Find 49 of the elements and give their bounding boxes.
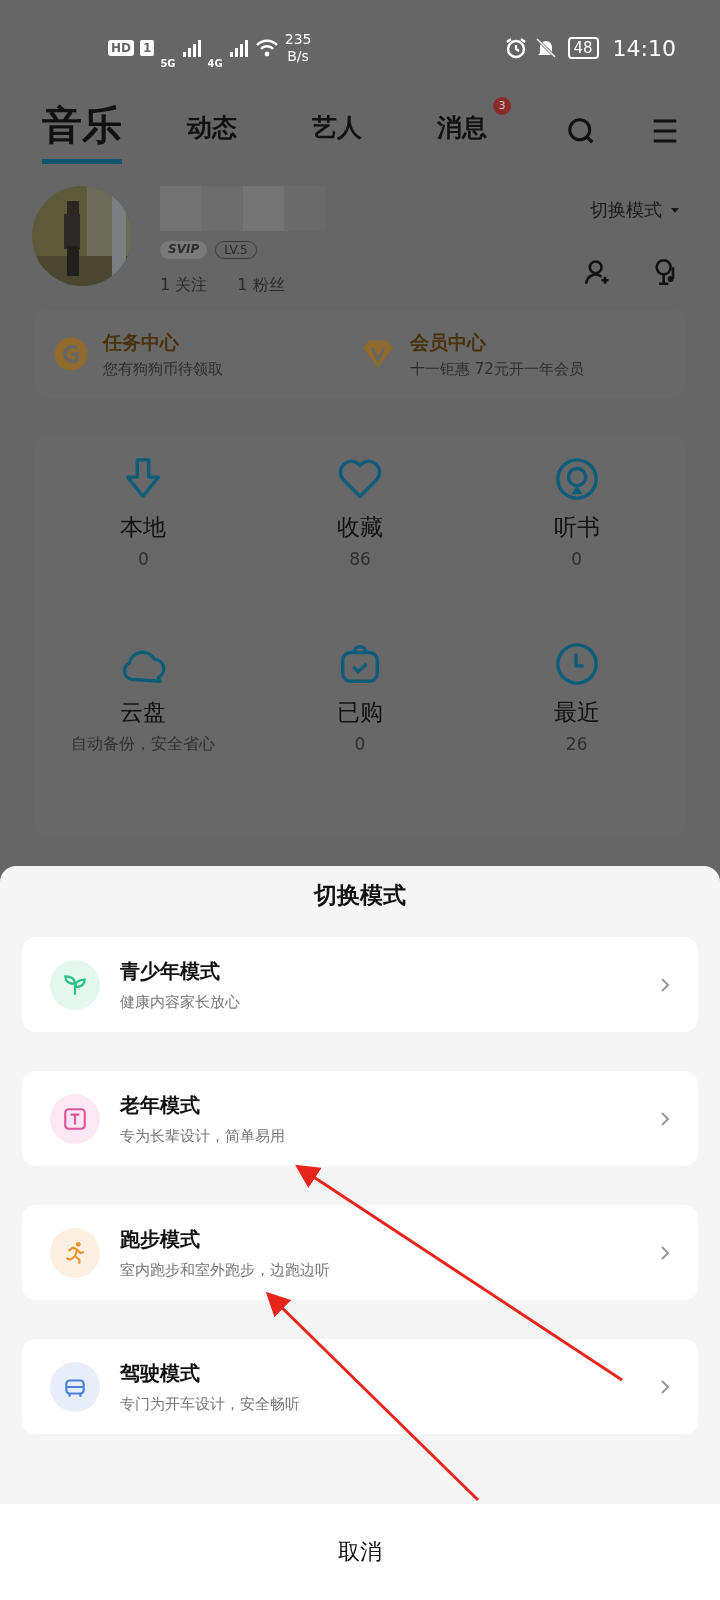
clock-icon[interactable] bbox=[553, 641, 600, 687]
member-badge: SVIP bbox=[160, 241, 208, 259]
network-type: 4G bbox=[207, 57, 223, 69]
promo-title[interactable]: 会员中心 bbox=[410, 329, 584, 356]
library-label[interactable]: 收藏 bbox=[337, 512, 383, 543]
chevron-icon bbox=[660, 1110, 670, 1127]
library-count: 26 bbox=[565, 734, 588, 754]
search-icon[interactable] bbox=[566, 116, 596, 146]
mode-option[interactable]: 驾驶模式 专门为开车设计，安全畅听 bbox=[22, 1339, 698, 1434]
hd-indicator: HD bbox=[108, 40, 134, 56]
signal-icon bbox=[181, 39, 202, 57]
mode-switch-button[interactable]: 切换模式 bbox=[590, 192, 680, 228]
mode-option[interactable]: 跑步模式 室内跑步和室外跑步，边跑边听 bbox=[22, 1205, 698, 1300]
speed-unit: B/s bbox=[287, 48, 309, 65]
library-count: 0 bbox=[354, 734, 366, 754]
library-count: 86 bbox=[349, 549, 371, 569]
following-count[interactable]: 1 关注 bbox=[160, 275, 208, 296]
nav-tab[interactable]: 艺人 bbox=[312, 110, 362, 152]
library-label[interactable]: 已购 bbox=[337, 697, 383, 728]
battery-level: 48 bbox=[573, 39, 593, 57]
mode-option[interactable]: 青少年模式 健康内容家长放心 bbox=[22, 937, 698, 1032]
library-label[interactable]: 最近 bbox=[553, 697, 600, 728]
chevron-icon bbox=[660, 1244, 670, 1261]
clock-time: 14:10 bbox=[612, 35, 676, 61]
sheet-title: 切换模式 bbox=[314, 881, 406, 910]
nav-tab[interactable]: 动态 bbox=[187, 110, 237, 152]
coin-icon[interactable] bbox=[53, 336, 89, 372]
library-label[interactable]: 云盘 bbox=[120, 697, 167, 728]
network-type: 5G bbox=[160, 57, 176, 69]
signal-icon bbox=[228, 39, 249, 57]
nav-tab[interactable]: 音乐 bbox=[42, 98, 122, 164]
chevron-icon bbox=[660, 1378, 670, 1395]
caret-icon bbox=[670, 208, 680, 214]
notification-badge: 3 bbox=[493, 96, 511, 115]
sim-indicator: 1 bbox=[140, 40, 155, 56]
mode-option[interactable]: 老年模式 专为长辈设计，简单易用 bbox=[22, 1071, 698, 1166]
library-label[interactable]: 听书 bbox=[553, 512, 600, 543]
promo-subtitle: 您有狗狗币待领取 bbox=[103, 359, 223, 379]
library-count: 0 bbox=[137, 549, 149, 569]
network-speed: 235 bbox=[284, 31, 312, 48]
add-friend-icon[interactable] bbox=[584, 258, 612, 286]
wifi-icon bbox=[254, 39, 279, 57]
cancel-button[interactable]: 取消 bbox=[0, 1504, 720, 1600]
fans-count[interactable]: 1 粉丝 bbox=[237, 275, 285, 296]
chevron-icon bbox=[660, 976, 670, 993]
promo-title[interactable]: 任务中心 bbox=[103, 329, 223, 356]
library-count: 0 bbox=[571, 549, 583, 569]
muted-bell-icon bbox=[533, 36, 558, 60]
library-label[interactable]: 本地 bbox=[120, 512, 167, 543]
